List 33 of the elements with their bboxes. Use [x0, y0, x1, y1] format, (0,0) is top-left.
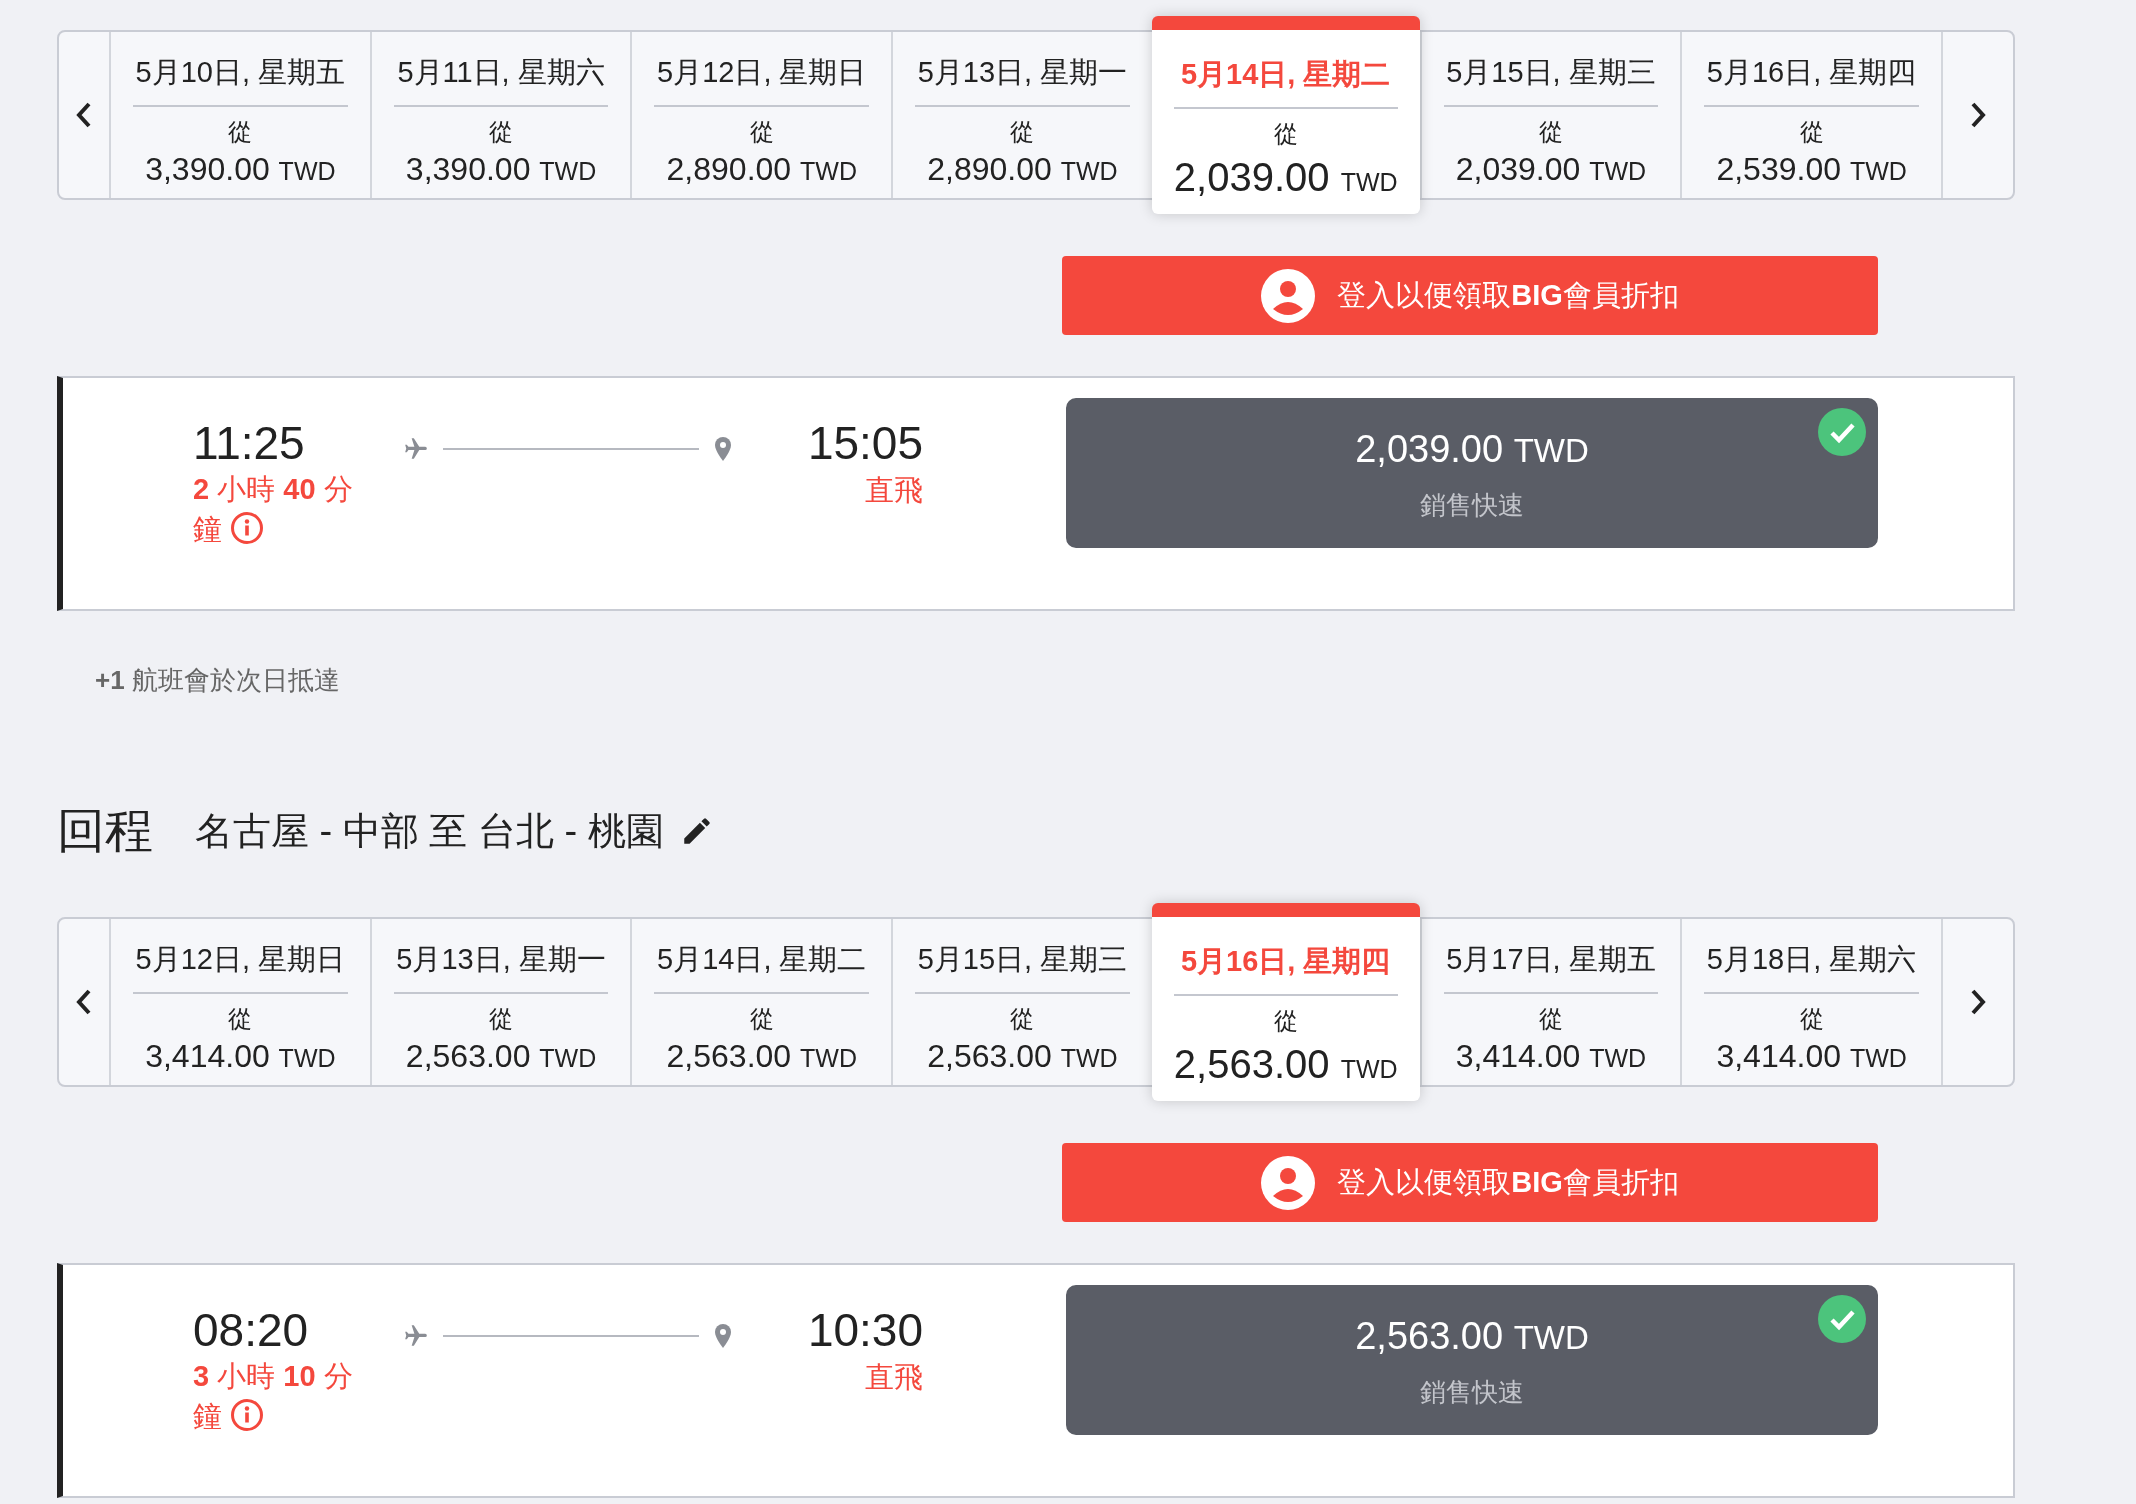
- departure-time: 11:25: [193, 418, 306, 469]
- flight-duration: 2 小時 40 分鐘: [193, 471, 354, 548]
- flight-type: 直飛: [864, 1359, 923, 1395]
- login-button[interactable]: 登入以便領取BIG會員折扣: [1062, 256, 1878, 335]
- fare-option[interactable]: 2,039.00 TWD 銷售快速: [1066, 398, 1878, 548]
- flight-duration: 3 小時 10 分鐘: [193, 1358, 354, 1435]
- fare-price: 2,039.00 TWD: [1355, 427, 1589, 472]
- chevron-left-icon: [75, 988, 93, 1016]
- user-icon: [1261, 268, 1316, 323]
- flight-type: 直飛: [864, 472, 923, 508]
- route-text: 名古屋 - 中部 至 台北 - 桃園: [195, 808, 664, 854]
- fare-option[interactable]: 2,563.00 TWD 銷售快速: [1066, 1285, 1878, 1435]
- fare-note: 銷售快速: [1420, 489, 1524, 522]
- fare-price: 2,563.00 TWD: [1355, 1314, 1589, 1359]
- date-tab[interactable]: 5月16日, 星期四 從 2,563.00 TWD: [1151, 903, 1420, 1101]
- check-icon: [1818, 1295, 1866, 1343]
- section-title: 回程: [57, 803, 153, 859]
- date-tab[interactable]: 5月14日, 星期二 從 2,039.00 TWD: [1151, 16, 1420, 214]
- departure-time: 08:20: [193, 1305, 310, 1356]
- user-icon: [1261, 1155, 1316, 1210]
- arrival-time: 15:05: [806, 418, 923, 469]
- arrival-note: +1 航班會於次日抵達: [95, 664, 341, 697]
- info-icon[interactable]: [230, 1398, 265, 1433]
- arrival-time: 10:30: [806, 1305, 923, 1356]
- plane-icon: [403, 1323, 429, 1349]
- fare-note: 銷售快速: [1420, 1376, 1524, 1409]
- check-icon: [1818, 408, 1866, 456]
- location-pin-icon: [713, 436, 733, 462]
- plane-icon: [403, 436, 429, 462]
- location-pin-icon: [713, 1323, 733, 1349]
- info-icon[interactable]: [230, 511, 265, 546]
- chevron-left-icon: [75, 101, 93, 129]
- login-button[interactable]: 登入以便領取BIG會員折扣: [1062, 1143, 1878, 1222]
